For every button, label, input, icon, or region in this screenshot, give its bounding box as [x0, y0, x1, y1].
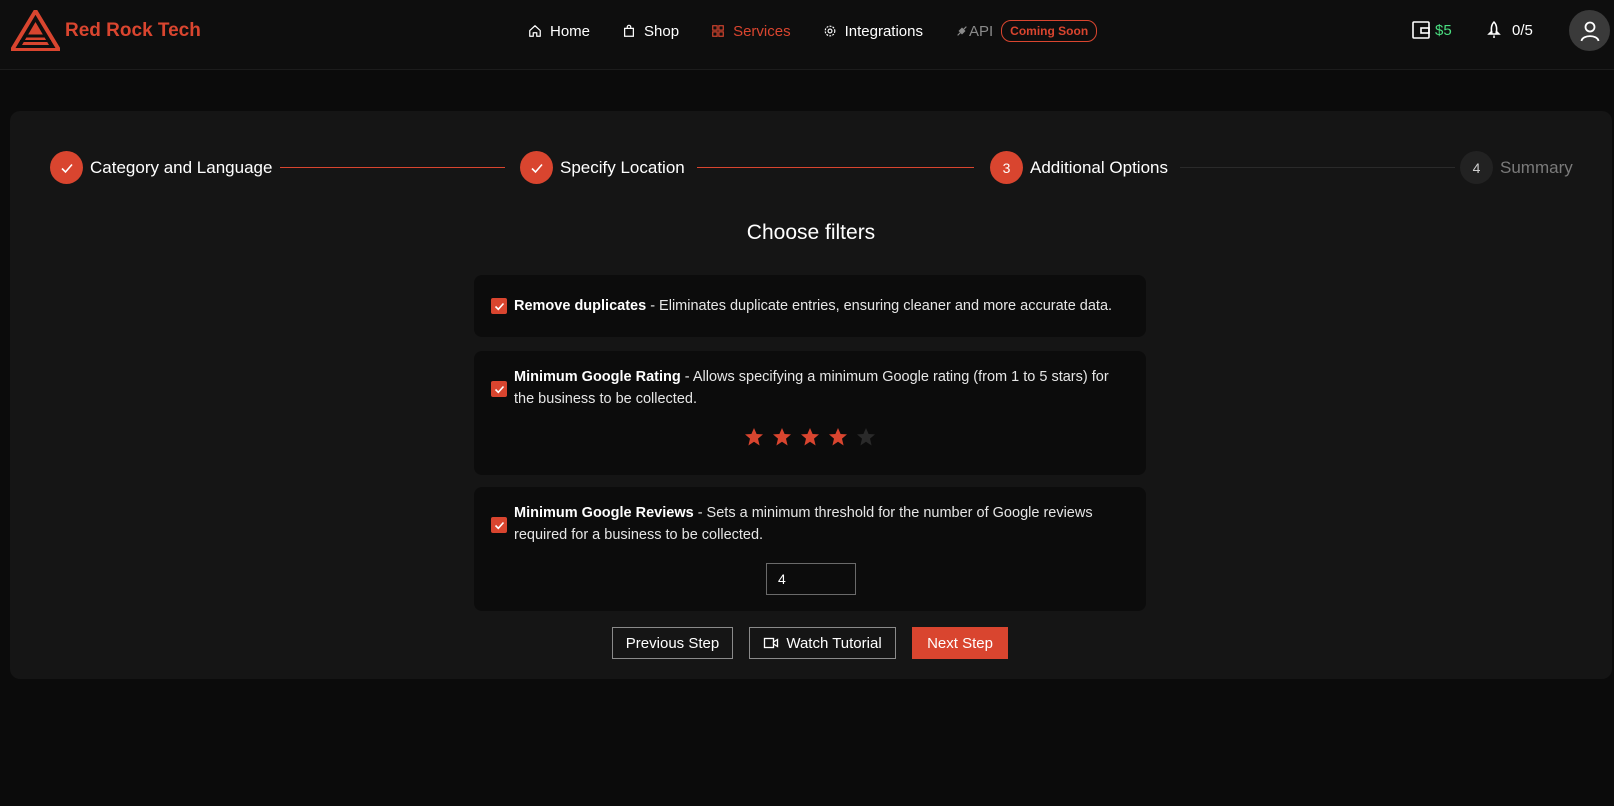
step-summary[interactable]: 4 Summary: [1460, 151, 1573, 184]
minimum-reviews-input[interactable]: [766, 563, 856, 595]
check-icon: [494, 385, 504, 393]
next-step-button[interactable]: Next Step: [912, 627, 1008, 659]
step-2-indicator: [520, 151, 553, 184]
previous-step-label: Previous Step: [625, 634, 720, 652]
filter-minimum-rating: Minimum Google Rating - Allows specifyin…: [474, 351, 1146, 475]
nav-api[interactable]: API: [955, 23, 993, 40]
check-icon: [494, 521, 504, 529]
filter-remove-duplicates: Remove duplicates - Eliminates duplicate…: [474, 275, 1146, 337]
nav-services[interactable]: Services: [711, 23, 791, 40]
brand-logo-link[interactable]: Red Rock Tech: [11, 10, 201, 51]
step-3-label: Additional Options: [1030, 157, 1168, 177]
brand-name: Red Rock Tech: [65, 19, 201, 41]
minimum-rating-text: Minimum Google Rating - Allows specifyin…: [514, 366, 1124, 410]
filter-minimum-reviews: Minimum Google Reviews - Sets a minimum …: [474, 487, 1146, 611]
star-icon[interactable]: [800, 427, 820, 447]
plug-icon: [957, 26, 967, 36]
nav-api-label: API: [968, 22, 994, 40]
grid-icon: [712, 25, 724, 37]
watch-tutorial-label: Watch Tutorial: [786, 634, 882, 652]
balance-amount: $5: [1435, 21, 1452, 39]
step-2-label: Specify Location: [560, 157, 685, 177]
user-icon: [1580, 21, 1599, 41]
star-icon[interactable]: [772, 427, 792, 447]
step-4-indicator: 4: [1460, 151, 1493, 184]
minimum-rating-title: Minimum Google Rating: [514, 369, 681, 385]
user-avatar-button[interactable]: [1569, 10, 1610, 51]
remove-duplicates-title: Remove duplicates: [514, 298, 647, 314]
step-1-indicator: [50, 151, 83, 184]
wallet-icon: [1412, 21, 1430, 39]
home-icon: [529, 25, 541, 37]
check-icon: [60, 163, 73, 173]
watch-tutorial-button[interactable]: Watch Tutorial: [749, 627, 896, 659]
nav-shop[interactable]: Shop: [622, 23, 679, 40]
nav-integrations-label: Integrations: [844, 22, 923, 40]
notifications-counter[interactable]: 0/5: [1484, 20, 1533, 40]
wizard-card: Category and Language Specify Location 3…: [10, 111, 1612, 679]
star-icon[interactable]: [744, 427, 764, 447]
section-title: Choose filters: [746, 221, 876, 244]
step-3-indicator: 3: [990, 151, 1023, 184]
previous-step-button[interactable]: Previous Step: [612, 627, 733, 659]
nav-services-label: Services: [733, 22, 791, 40]
nav-home[interactable]: Home: [528, 23, 590, 40]
wallet-balance[interactable]: $5: [1411, 20, 1452, 40]
check-icon: [494, 302, 504, 310]
next-step-label: Next Step: [927, 634, 993, 652]
remove-duplicates-checkbox[interactable]: [491, 298, 507, 314]
remove-duplicates-text: Remove duplicates - Eliminates duplicate…: [514, 295, 1124, 317]
step-connector-3: [1180, 167, 1455, 168]
star-icon[interactable]: [828, 427, 848, 447]
video-camera-icon: [764, 637, 779, 649]
nav-integrations[interactable]: Integrations: [823, 23, 923, 40]
minimum-reviews-text: Minimum Google Reviews - Sets a minimum …: [514, 502, 1124, 546]
step-4-label: Summary: [1500, 157, 1573, 177]
nav-home-label: Home: [550, 22, 591, 40]
coming-soon-badge: Coming Soon: [1001, 20, 1098, 42]
minimum-rating-checkbox[interactable]: [491, 381, 507, 397]
minimum-reviews-title: Minimum Google Reviews: [514, 505, 694, 521]
minimum-reviews-checkbox[interactable]: [491, 517, 507, 533]
check-icon: [530, 163, 543, 173]
step-additional-options[interactable]: 3 Additional Options: [990, 151, 1168, 184]
shopping-bag-icon: [624, 24, 635, 37]
triangle-logo-icon: [11, 10, 60, 51]
step-category-language[interactable]: Category and Language: [50, 151, 272, 184]
rocket-icon: [1487, 20, 1501, 38]
star-rating-selector: [744, 427, 884, 447]
step-connector-1: [280, 167, 505, 168]
gear-icon: [824, 25, 835, 37]
remove-duplicates-description: - Eliminates duplicate entries, ensuring…: [646, 298, 1113, 314]
step-specify-location[interactable]: Specify Location: [520, 151, 685, 184]
top-navbar: Red Rock Tech Home Shop Services Integra…: [0, 0, 1614, 70]
step-connector-2: [697, 167, 974, 168]
main-nav: Home Shop Services Integrations API Comi…: [528, 20, 1098, 42]
nav-shop-label: Shop: [644, 22, 680, 40]
star-icon[interactable]: [856, 427, 876, 447]
step-1-label: Category and Language: [90, 157, 273, 177]
notifications-count: 0/5: [1512, 21, 1533, 39]
